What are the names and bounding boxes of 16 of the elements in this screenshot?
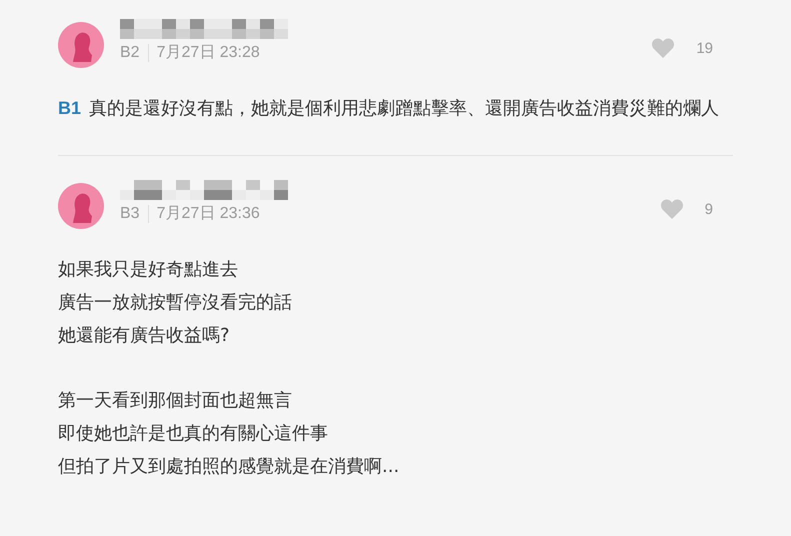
avatar-icon[interactable]	[58, 22, 104, 68]
comment-text: 但拍了片又到處拍照的感覺就是在消費啊...	[58, 455, 400, 479]
comment-text: 即使她也許是也真的有關心這件事	[58, 422, 329, 446]
comment-text: 真的是還好沒有點，她就是個利用悲劇蹭點擊率、還開廣告收益消費災難的爛人	[89, 98, 720, 119]
like-count: 19	[696, 40, 713, 56]
comment-text: 第一天看到那個封面也超無言	[58, 389, 293, 413]
comment-time: 7月27日 23:28	[156, 43, 260, 63]
floor-label: B2	[120, 44, 149, 62]
floor-label: B3	[120, 204, 149, 222]
reply-mention[interactable]: B1	[58, 98, 82, 118]
avatar-icon[interactable]	[58, 183, 104, 229]
like-count: 9	[704, 200, 713, 218]
comment-text: 廣告一放就按暫停沒看完的話	[58, 291, 293, 315]
comment-text: 她還能有廣告收益嗎?	[58, 324, 231, 348]
comment-time: 7月27日 23:36	[156, 204, 260, 224]
comment-text: 如果我只是好奇點進去	[58, 258, 239, 282]
